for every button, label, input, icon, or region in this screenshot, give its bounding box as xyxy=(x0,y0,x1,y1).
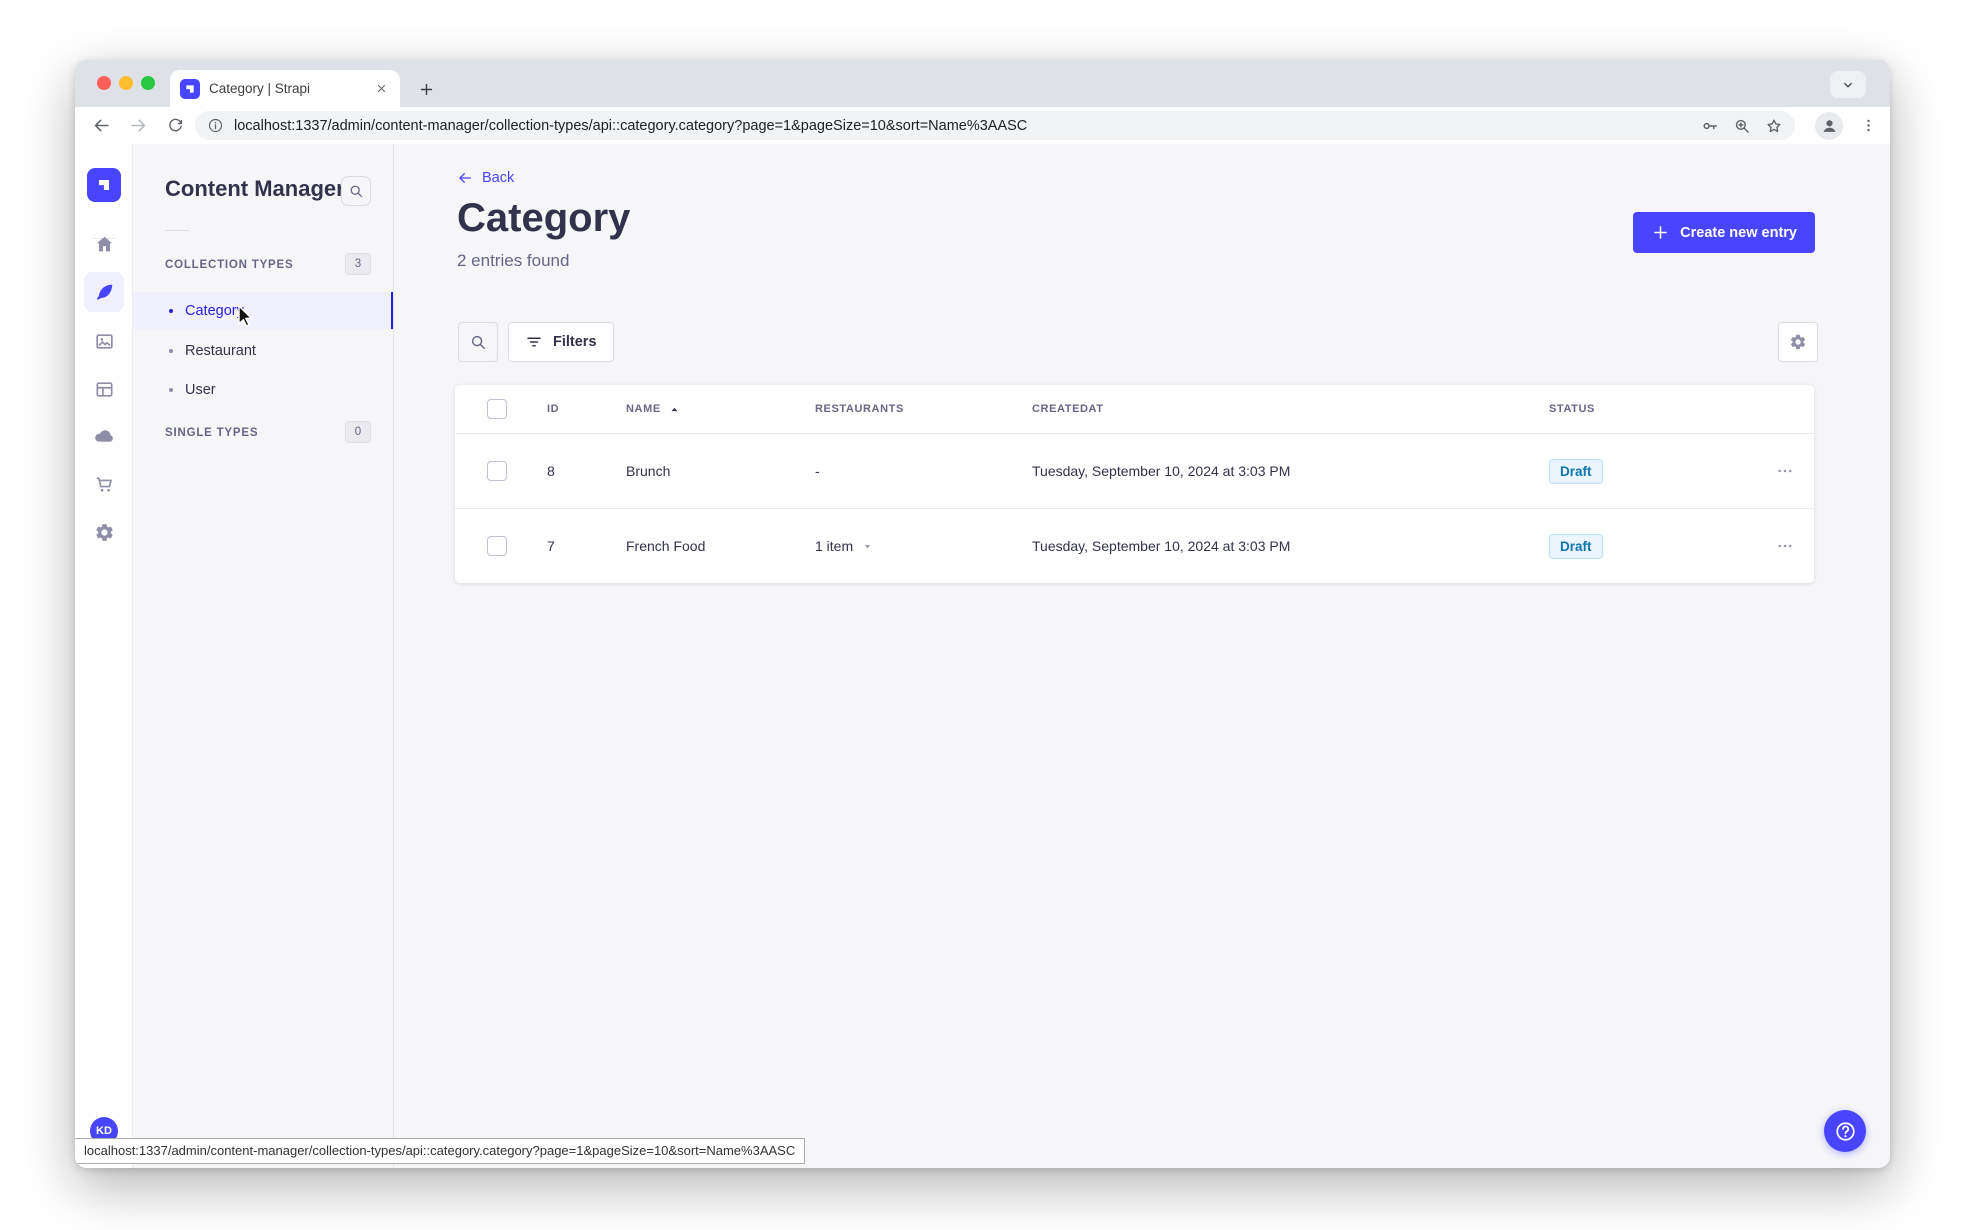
search-entries-icon[interactable] xyxy=(458,322,498,362)
tab-strip: Category | Strapi xyxy=(75,60,1890,107)
subnav-item-category[interactable]: Category xyxy=(133,292,393,329)
tab-title: Category | Strapi xyxy=(209,81,311,96)
subnav-item-label: Category xyxy=(185,302,244,319)
tab-search-chevron-icon[interactable] xyxy=(1830,71,1866,98)
subnav-search-icon[interactable] xyxy=(341,176,371,206)
browser-window: Category | Strapi localhost:1337/admin/c… xyxy=(75,60,1890,1168)
nav-media-library-icon[interactable] xyxy=(84,321,124,361)
column-header-status[interactable]: STATUS xyxy=(1529,403,1735,415)
back-arrow-icon xyxy=(457,170,473,186)
column-header-restaurants[interactable]: RESTAURANTS xyxy=(795,403,1012,415)
url-text[interactable]: localhost:1337/admin/content-manager/col… xyxy=(234,118,1701,134)
nav-deploy-cloud-icon[interactable] xyxy=(84,416,124,456)
single-types-count-badge: 0 xyxy=(345,421,371,443)
cell-restaurants[interactable]: 1 item xyxy=(795,538,1012,554)
zoom-icon[interactable] xyxy=(1733,117,1751,135)
strapi-logo[interactable] xyxy=(87,168,121,202)
strapi-admin: KD Content Manager COLLECTION TYPES 3 Ca… xyxy=(75,144,1890,1168)
subnav-title: Content Manager xyxy=(165,176,345,201)
row-checkbox[interactable] xyxy=(487,461,507,481)
browser-tab[interactable]: Category | Strapi xyxy=(170,70,400,107)
column-header-id[interactable]: ID xyxy=(527,403,606,415)
cell-createdat: Tuesday, September 10, 2024 at 3:03 PM xyxy=(1032,538,1291,554)
site-info-icon[interactable] xyxy=(207,117,224,134)
cell-restaurants: - xyxy=(815,463,820,479)
forward-navigation-icon[interactable] xyxy=(126,114,150,138)
link-preview-statusbar: localhost:1337/admin/content-manager/col… xyxy=(75,1138,806,1164)
column-header-name[interactable]: NAME xyxy=(606,403,795,416)
view-settings-gear-icon[interactable] xyxy=(1778,322,1818,362)
table-header-row: ID NAME RESTAURANTS CREATEDAT STATUS xyxy=(455,385,1814,433)
back-link[interactable]: Back xyxy=(457,170,514,186)
subnav-item-label: User xyxy=(185,381,216,398)
select-all-checkbox[interactable] xyxy=(487,399,507,419)
entries-table: ID NAME RESTAURANTS CREATEDAT STATUS 8 B… xyxy=(455,385,1814,583)
content-manager-subnav: Content Manager COLLECTION TYPES 3 Categ… xyxy=(133,144,394,1168)
cell-name: Brunch xyxy=(626,463,671,479)
password-manager-icon[interactable] xyxy=(1701,117,1719,135)
expand-caret-icon[interactable] xyxy=(861,540,874,553)
browser-menu-icon[interactable] xyxy=(1856,114,1880,138)
single-types-label: SINGLE TYPES xyxy=(165,427,259,439)
address-bar[interactable]: localhost:1337/admin/content-manager/col… xyxy=(195,111,1795,140)
nav-content-manager-icon[interactable] xyxy=(84,272,124,312)
nav-content-type-builder-icon[interactable] xyxy=(84,369,124,409)
minimize-window-button[interactable] xyxy=(119,76,133,90)
filter-icon xyxy=(525,333,543,351)
subnav-item-user[interactable]: User xyxy=(133,371,393,408)
table-row[interactable]: 7 French Food 1 item Tuesday, September … xyxy=(455,508,1814,583)
bullet-icon xyxy=(169,348,173,353)
question-mark-icon xyxy=(1834,1120,1857,1143)
cell-name: French Food xyxy=(626,538,706,554)
create-new-entry-label: Create new entry xyxy=(1680,224,1797,241)
subnav-item-label: Restaurant xyxy=(185,342,256,359)
status-badge: Draft xyxy=(1549,458,1603,484)
create-new-entry-button[interactable]: Create new entry xyxy=(1633,212,1815,253)
close-window-button[interactable] xyxy=(97,76,111,90)
main-content: Back Category 2 entries found Create new… xyxy=(394,144,1890,1168)
entries-count: 2 entries found xyxy=(457,251,570,270)
sort-ascending-icon xyxy=(668,403,681,416)
status-badge: Draft xyxy=(1549,533,1603,559)
column-header-createdat[interactable]: CREATEDAT xyxy=(1012,403,1529,415)
bullet-icon xyxy=(169,387,173,392)
collection-types-count-badge: 3 xyxy=(345,253,371,275)
main-nav-rail: KD xyxy=(75,144,133,1168)
subnav-divider xyxy=(165,230,189,231)
tab-close-icon[interactable] xyxy=(372,80,390,98)
bookmark-star-icon[interactable] xyxy=(1765,117,1783,135)
filters-button[interactable]: Filters xyxy=(508,322,614,362)
row-actions-menu-icon[interactable] xyxy=(1735,462,1814,480)
nav-settings-icon[interactable] xyxy=(84,512,124,552)
cell-createdat: Tuesday, September 10, 2024 at 3:03 PM xyxy=(1032,463,1291,479)
back-label: Back xyxy=(482,170,515,186)
bullet-icon xyxy=(169,308,173,313)
back-navigation-icon[interactable] xyxy=(89,114,113,138)
strapi-favicon-icon xyxy=(180,78,200,99)
help-button[interactable] xyxy=(1824,1110,1866,1152)
nav-home-icon[interactable] xyxy=(84,224,124,264)
nav-marketplace-icon[interactable] xyxy=(84,464,124,504)
row-checkbox[interactable] xyxy=(487,536,507,556)
browser-profile-icon[interactable] xyxy=(1815,111,1843,140)
window-controls xyxy=(97,76,155,90)
cell-id: 8 xyxy=(547,463,555,479)
new-tab-button[interactable] xyxy=(412,75,440,103)
filters-label: Filters xyxy=(553,334,597,350)
row-actions-menu-icon[interactable] xyxy=(1735,537,1814,555)
reload-icon[interactable] xyxy=(163,114,187,138)
cell-id: 7 xyxy=(547,538,555,554)
collection-types-label: COLLECTION TYPES xyxy=(165,259,294,271)
browser-toolbar: localhost:1337/admin/content-manager/col… xyxy=(75,107,1890,144)
table-row[interactable]: 8 Brunch - Tuesday, September 10, 2024 a… xyxy=(455,433,1814,508)
page-title: Category xyxy=(457,196,631,240)
plus-icon xyxy=(1651,223,1670,242)
subnav-item-restaurant[interactable]: Restaurant xyxy=(133,332,393,369)
fullscreen-window-button[interactable] xyxy=(141,76,155,90)
